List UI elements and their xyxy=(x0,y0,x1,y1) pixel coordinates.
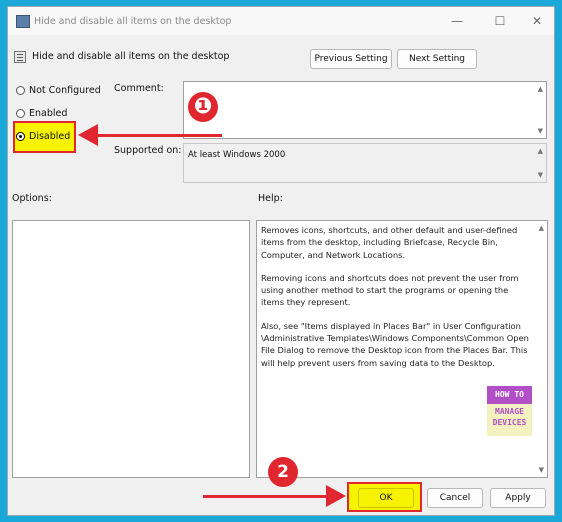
logo-line1: HOW TO xyxy=(487,386,532,404)
policy-dialog: Hide and disable all items on the deskto… xyxy=(7,6,555,516)
radio-not-configured[interactable]: Not Configured xyxy=(16,85,101,96)
radio-circle[interactable] xyxy=(16,109,25,118)
title-bar: Hide and disable all items on the deskto… xyxy=(8,7,554,35)
minimize-button[interactable]: — xyxy=(443,11,471,31)
step-1-marker: ❶ xyxy=(188,92,218,122)
help-label: Help: xyxy=(258,193,283,204)
window-title: Hide and disable all items on the deskto… xyxy=(34,16,232,27)
policy-name: Hide and disable all items on the deskto… xyxy=(32,51,230,62)
help-paragraph: Removing icons and shortcuts does not pr… xyxy=(261,272,519,308)
howto-logo: HOW TO MANAGE DEVICES xyxy=(487,386,532,436)
supported-on-label: Supported on: xyxy=(114,145,182,156)
radio-circle[interactable] xyxy=(16,132,25,141)
step-1-arrow-line xyxy=(94,134,222,137)
comment-field[interactable]: ▲ ▼ xyxy=(183,81,547,139)
scroll-down-icon[interactable]: ▼ xyxy=(539,466,544,474)
step-2-arrowhead-icon xyxy=(326,485,346,507)
help-panel[interactable]: Removes icons, shortcuts, and other defa… xyxy=(256,220,548,478)
radio-label: Disabled xyxy=(29,131,71,142)
close-button[interactable]: ✕ xyxy=(523,11,551,31)
supported-on-value: At least Windows 2000 xyxy=(188,150,286,160)
radio-label: Enabled xyxy=(29,108,68,119)
radio-enabled[interactable]: Enabled xyxy=(16,108,67,119)
supported-on-field: At least Windows 2000 ▲ ▼ xyxy=(183,143,547,183)
options-label: Options: xyxy=(12,193,52,204)
options-panel[interactable] xyxy=(12,220,250,478)
comment-label: Comment: xyxy=(114,83,164,94)
scroll-down-icon[interactable]: ▼ xyxy=(538,127,543,135)
logo-line2: MANAGE xyxy=(495,407,524,416)
help-paragraph: Also, see "Items displayed in Places Bar… xyxy=(261,320,529,368)
step-2-arrow-line xyxy=(203,495,331,498)
scroll-up-icon[interactable]: ▲ xyxy=(539,224,544,232)
scroll-up-icon[interactable]: ▲ xyxy=(538,147,543,155)
help-text: Removes icons, shortcuts, and other defa… xyxy=(261,224,531,380)
ok-button[interactable]: OK xyxy=(358,488,414,508)
scroll-up-icon[interactable]: ▲ xyxy=(538,85,543,93)
policy-icon xyxy=(16,15,30,28)
radio-disabled[interactable]: Disabled xyxy=(16,131,70,142)
maximize-button[interactable]: ☐ xyxy=(486,11,514,31)
previous-setting-button[interactable]: Previous Setting xyxy=(310,49,392,69)
next-setting-button[interactable]: Next Setting xyxy=(397,49,477,69)
setting-icon xyxy=(14,51,26,63)
help-paragraph: Removes icons, shortcuts, and other defa… xyxy=(261,225,518,260)
step-1-arrowhead-icon xyxy=(78,124,98,146)
logo-line3: DEVICES xyxy=(492,418,527,427)
cancel-button[interactable]: Cancel xyxy=(427,488,483,508)
step-2-marker: 2 xyxy=(268,457,298,487)
logo-lines: MANAGE DEVICES xyxy=(487,406,532,436)
radio-circle[interactable] xyxy=(16,86,25,95)
apply-button[interactable]: Apply xyxy=(490,488,546,508)
scroll-down-icon[interactable]: ▼ xyxy=(538,171,543,179)
radio-label: Not Configured xyxy=(29,85,101,96)
